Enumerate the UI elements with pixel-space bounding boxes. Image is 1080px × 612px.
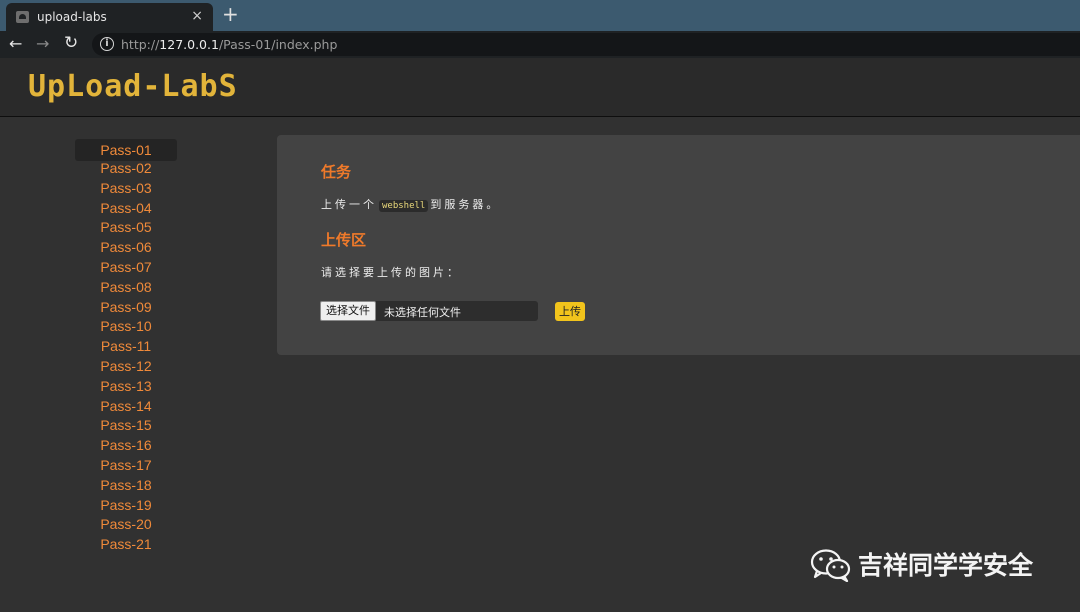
sidebar-item-pass-07[interactable]: Pass-07 [75, 258, 177, 278]
task-text-before: 上传一个 [321, 198, 377, 211]
forward-icon[interactable]: → [36, 34, 49, 53]
choose-file-button[interactable]: 选择文件 [320, 301, 376, 321]
sidebar-item-pass-16[interactable]: Pass-16 [75, 436, 177, 456]
sidebar-item-pass-15[interactable]: Pass-15 [75, 416, 177, 436]
sidebar-item-pass-14[interactable]: Pass-14 [75, 397, 177, 417]
site-header: UpLoad-LabS [0, 58, 1080, 117]
upload-area-heading: 上传区 [321, 231, 367, 249]
url-host: 127.0.0.1 [159, 37, 219, 52]
browser-toolbar: ← → ↻ i http://127.0.0.1/Pass-01/index.p… [0, 31, 1080, 58]
task-heading: 任务 [321, 163, 352, 181]
sidebar-item-pass-21[interactable]: Pass-21 [75, 535, 177, 555]
pass-sidebar: Pass-01 Pass-02 Pass-03 Pass-04 Pass-05 Pass-… [75, 139, 177, 555]
url-path: /Pass-01/index.php [218, 37, 338, 52]
tab-strip: upload-labs × + [0, 0, 1080, 31]
url-text[interactable]: http://127.0.0.1/Pass-01/index.php [121, 37, 337, 52]
task-text-after: 到服务器。 [430, 198, 501, 211]
sidebar-item-pass-17[interactable]: Pass-17 [75, 456, 177, 476]
webshell-code: webshell [379, 200, 429, 212]
reload-icon[interactable]: ↻ [64, 33, 78, 53]
sidebar-item-pass-11[interactable]: Pass-11 [75, 337, 177, 357]
site-logo[interactable]: UpLoad-LabS [28, 69, 238, 104]
sidebar-item-pass-09[interactable]: Pass-09 [75, 298, 177, 318]
sidebar-item-pass-12[interactable]: Pass-12 [75, 357, 177, 377]
watermark-text: 吉祥同学学安全 [858, 551, 1034, 580]
url-prefix: http:// [121, 37, 160, 52]
sidebar-item-pass-02[interactable]: Pass-02 [75, 159, 177, 179]
upload-prompt: 请选择要上传的图片： [321, 266, 461, 279]
tab-title: upload-labs [37, 10, 107, 24]
browser-tab[interactable]: upload-labs × [6, 3, 213, 31]
sidebar-item-pass-03[interactable]: Pass-03 [75, 179, 177, 199]
favicon-icon [16, 11, 29, 23]
sidebar-item-pass-18[interactable]: Pass-18 [75, 476, 177, 496]
content-panel: 任务 上传一个 webshell 到服务器。 上传区 请选择要上传的图片： 选择文件… [277, 135, 1080, 355]
wechat-icon [810, 549, 851, 582]
sidebar-item-pass-08[interactable]: Pass-08 [75, 278, 177, 298]
address-bar[interactable]: i http://127.0.0.1/Pass-01/index.php [92, 33, 1080, 56]
sidebar-item-pass-10[interactable]: Pass-10 [75, 317, 177, 337]
sidebar-item-pass-19[interactable]: Pass-19 [75, 496, 177, 516]
task-description: 上传一个 webshell 到服务器。 [321, 196, 500, 212]
tab-close-icon[interactable]: × [191, 8, 203, 24]
sidebar-item-pass-20[interactable]: Pass-20 [75, 515, 177, 535]
sidebar-item-pass-01[interactable]: Pass-01 [75, 139, 177, 161]
file-status: 未选择任何文件 [384, 306, 461, 319]
file-input[interactable]: 选择文件 未选择任何文件 [320, 301, 538, 321]
upload-button[interactable]: 上传 [555, 302, 585, 321]
sidebar-item-pass-05[interactable]: Pass-05 [75, 218, 177, 238]
sidebar-item-pass-04[interactable]: Pass-04 [75, 199, 177, 219]
sidebar-item-pass-13[interactable]: Pass-13 [75, 377, 177, 397]
back-icon[interactable]: ← [9, 34, 22, 53]
info-icon[interactable]: i [100, 37, 114, 51]
sidebar-item-pass-06[interactable]: Pass-06 [75, 238, 177, 258]
new-tab-icon[interactable]: + [222, 2, 239, 26]
